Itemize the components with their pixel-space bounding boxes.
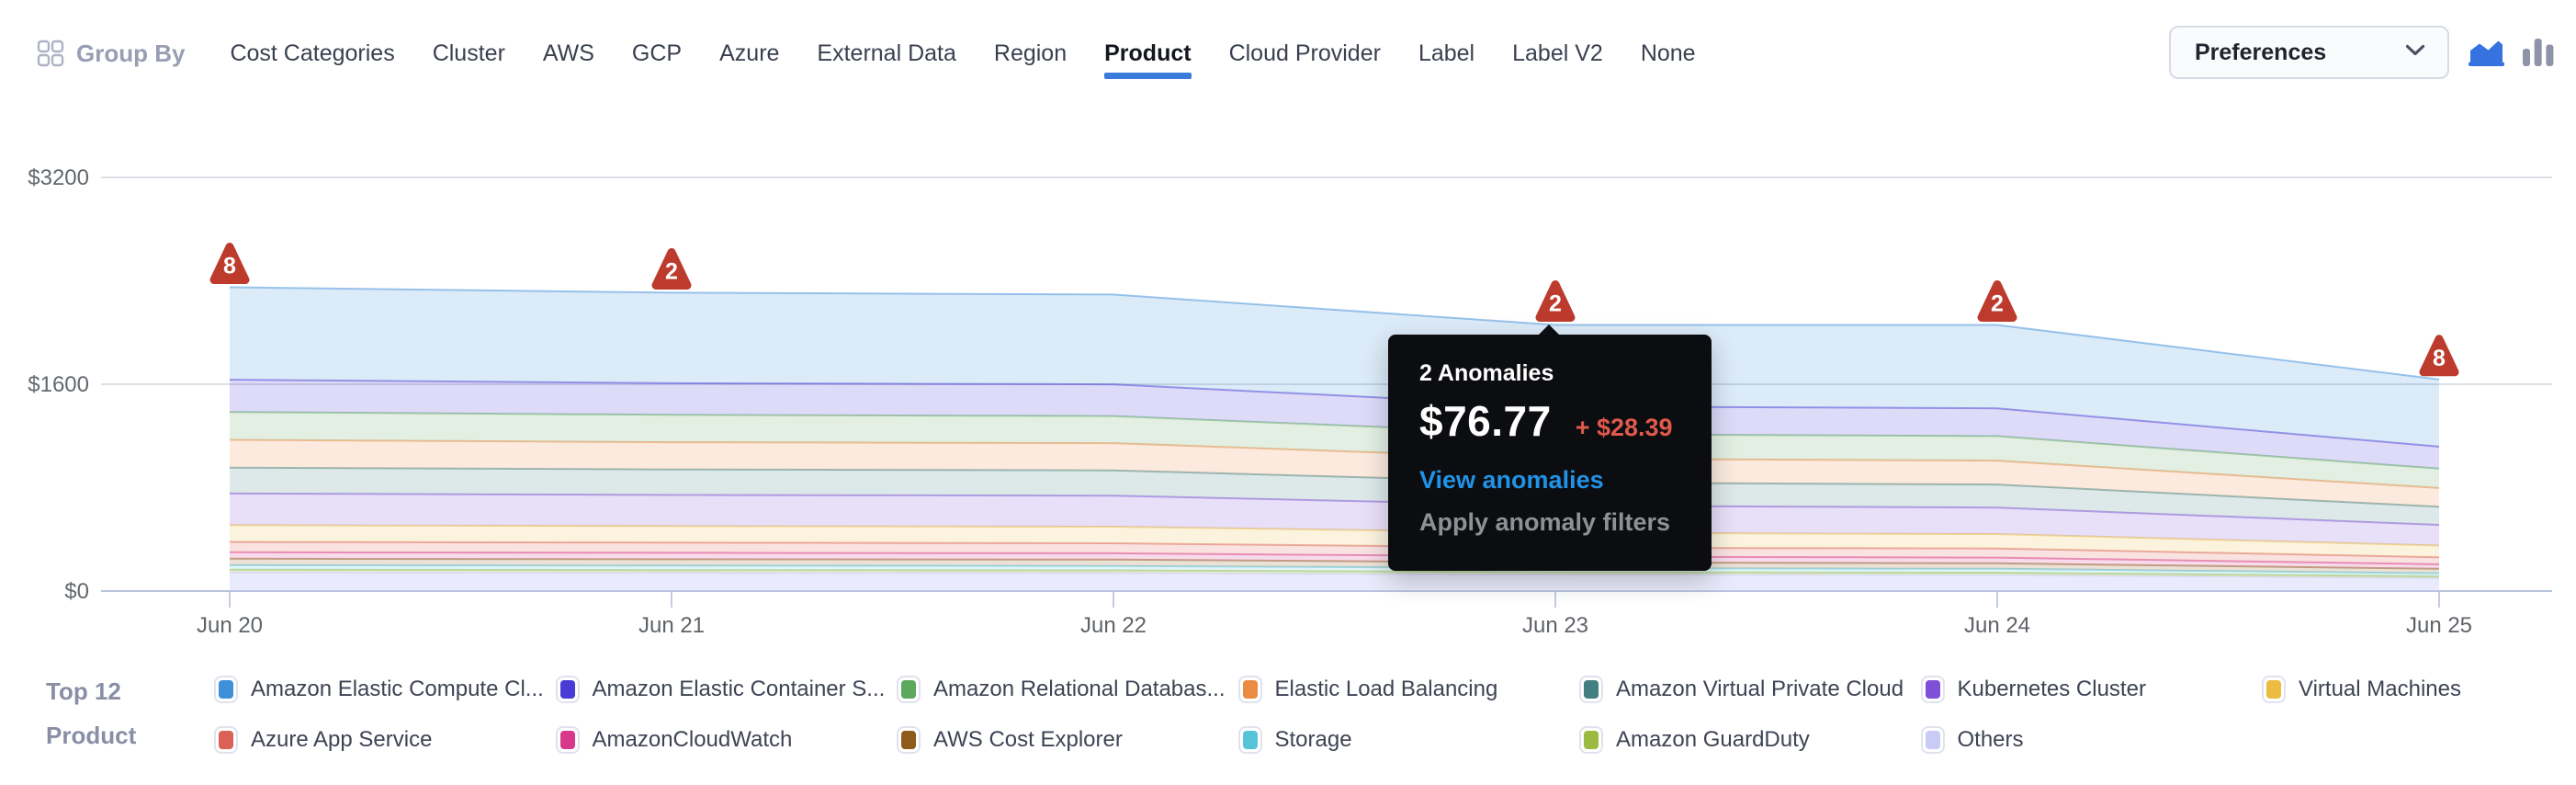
group-by: Group By: [37, 40, 185, 68]
legend-item-label: Azure App Service: [251, 727, 432, 753]
grid-icon: [37, 40, 64, 67]
stacked-areas: [230, 288, 2439, 592]
legend-swatch-icon: [1238, 676, 1262, 703]
legend-item-label: Amazon Elastic Container S...: [593, 677, 886, 702]
legend-item[interactable]: Storage: [1238, 726, 1580, 754]
legend-item[interactable]: Amazon Relational Databas...: [897, 676, 1238, 703]
legend-item-label: Amazon Elastic Compute Cl...: [251, 677, 544, 702]
tab-aws[interactable]: AWS: [543, 37, 594, 70]
group-by-bar: Group By Cost Categories Cluster AWS GCP Azu…: [37, 37, 1696, 70]
legend-item-label: Amazon Virtual Private Cloud: [1616, 677, 1904, 702]
legend-item-label: Amazon Relational Databas...: [933, 677, 1226, 702]
anomaly-tooltip-value: $76.77: [1419, 396, 1552, 446]
tab-cluster[interactable]: Cluster: [433, 37, 505, 70]
chevron-down-icon: [2405, 44, 2425, 61]
legend-swatch-icon: [1579, 726, 1603, 754]
apply-anomaly-filters-button[interactable]: Apply anomaly filters: [1419, 508, 1693, 537]
header-right: Preferences: [2169, 26, 2554, 79]
legend-swatch-icon: [214, 676, 238, 703]
legend-item[interactable]: Amazon Virtual Private Cloud: [1579, 676, 1921, 703]
legend-item-label: Kubernetes Cluster: [1958, 677, 2146, 702]
anomaly-tooltip-delta: + $28.39: [1576, 414, 1673, 442]
legend-item[interactable]: Amazon Elastic Container S...: [556, 676, 898, 703]
legend-title: Top 12 Product: [46, 669, 136, 757]
legend-item-label: Storage: [1275, 727, 1352, 753]
legend-title-line1: Top 12: [46, 669, 136, 713]
legend-item-label: Others: [1958, 727, 2024, 753]
tab-gcp[interactable]: GCP: [632, 37, 682, 70]
legend-item[interactable]: Amazon GuardDuty: [1579, 726, 1921, 754]
svg-text:Jun 23: Jun 23: [1522, 613, 1588, 638]
svg-text:Jun 25: Jun 25: [2406, 613, 2472, 638]
legend-swatch-icon: [2262, 676, 2286, 703]
svg-text:8: 8: [2433, 346, 2446, 371]
anomaly-marker[interactable]: 2: [1540, 284, 1571, 317]
legend-item-label: Virtual Machines: [2299, 677, 2461, 702]
legend-swatch-icon: [1921, 726, 1945, 754]
tab-cost-categories[interactable]: Cost Categories: [230, 37, 394, 70]
tab-label[interactable]: Label: [1418, 37, 1474, 70]
y-axis-labels: $0 $1600 $3200: [28, 165, 89, 604]
svg-text:Jun 24: Jun 24: [1964, 613, 2030, 638]
legend-item[interactable]: Virtual Machines: [2262, 676, 2576, 703]
tab-product[interactable]: Product: [1104, 37, 1191, 70]
anomaly-marker[interactable]: 8: [214, 247, 245, 280]
legend-item[interactable]: Others: [1921, 726, 2263, 754]
legend-item-label: AWS Cost Explorer: [933, 727, 1123, 753]
svg-text:2: 2: [1549, 290, 1562, 316]
tab-none[interactable]: None: [1641, 37, 1696, 70]
legend-swatch-icon: [897, 726, 921, 754]
legend-item-label: Amazon GuardDuty: [1616, 727, 1810, 753]
tab-region[interactable]: Region: [994, 37, 1067, 70]
anomaly-marker[interactable]: 8: [2423, 339, 2455, 372]
svg-text:$0: $0: [64, 579, 89, 604]
group-by-label: Group By: [76, 40, 185, 68]
cost-dashboard: $0$1600$3200Jun 20Jun 21Jun 22Jun 23Jun …: [0, 0, 2576, 785]
svg-text:8: 8: [223, 254, 236, 279]
svg-text:$3200: $3200: [28, 165, 89, 190]
legend-swatch-icon: [1238, 726, 1262, 754]
x-axis-labels: Jun 20 Jun 21 Jun 22 Jun 23 Jun 24 Jun 25: [197, 592, 2472, 638]
anomaly-tooltip: 2 Anomalies $76.77 + $28.39 View anomali…: [1388, 335, 1712, 571]
legend-swatch-icon: [897, 676, 921, 703]
legend-swatch-icon: [214, 726, 238, 754]
legend-item[interactable]: Azure App Service: [214, 726, 556, 754]
tab-label-v2[interactable]: Label V2: [1512, 37, 1603, 70]
anomaly-tooltip-value-row: $76.77 + $28.39: [1419, 396, 1693, 446]
preferences-label: Preferences: [2195, 40, 2326, 66]
anomaly-tooltip-title: 2 Anomalies: [1419, 360, 1693, 387]
group-by-tabs: Cost Categories Cluster AWS GCP Azure Externa…: [230, 37, 1695, 70]
legend-title-line2: Product: [46, 713, 136, 757]
area-chart-icon[interactable]: [2468, 39, 2504, 67]
tab-azure[interactable]: Azure: [719, 37, 779, 70]
legend-item-label: Elastic Load Balancing: [1275, 677, 1498, 702]
legend-swatch-icon: [556, 676, 580, 703]
legend-swatch-icon: [1579, 676, 1603, 703]
legend-item[interactable]: Amazon Elastic Compute Cl...: [214, 676, 556, 703]
legend-swatch-icon: [1921, 676, 1945, 703]
legend-swatch-icon: [556, 726, 580, 754]
svg-text:Jun 20: Jun 20: [197, 613, 263, 638]
anomaly-marker[interactable]: 2: [1982, 284, 2013, 317]
chart-legend: Amazon Elastic Compute Cl... Azure App Se…: [214, 664, 2576, 765]
svg-text:Jun 22: Jun 22: [1080, 613, 1147, 638]
bar-chart-icon[interactable]: [2523, 39, 2554, 66]
svg-text:Jun 21: Jun 21: [638, 613, 705, 638]
legend-item[interactable]: AWS Cost Explorer: [897, 726, 1238, 754]
legend-item[interactable]: Kubernetes Cluster: [1921, 676, 2263, 703]
legend-item[interactable]: AmazonCloudWatch: [556, 726, 898, 754]
preferences-dropdown[interactable]: Preferences: [2169, 26, 2449, 79]
legend-item-label: AmazonCloudWatch: [593, 727, 793, 753]
view-anomalies-link[interactable]: View anomalies: [1419, 466, 1693, 495]
tab-external-data[interactable]: External Data: [817, 37, 955, 70]
svg-text:2: 2: [1991, 290, 2004, 316]
anomaly-marker[interactable]: 2: [656, 252, 687, 285]
svg-text:$1600: $1600: [28, 372, 89, 397]
svg-text:2: 2: [665, 258, 678, 284]
legend-item[interactable]: Elastic Load Balancing: [1238, 676, 1580, 703]
tab-cloud-provider[interactable]: Cloud Provider: [1229, 37, 1381, 70]
